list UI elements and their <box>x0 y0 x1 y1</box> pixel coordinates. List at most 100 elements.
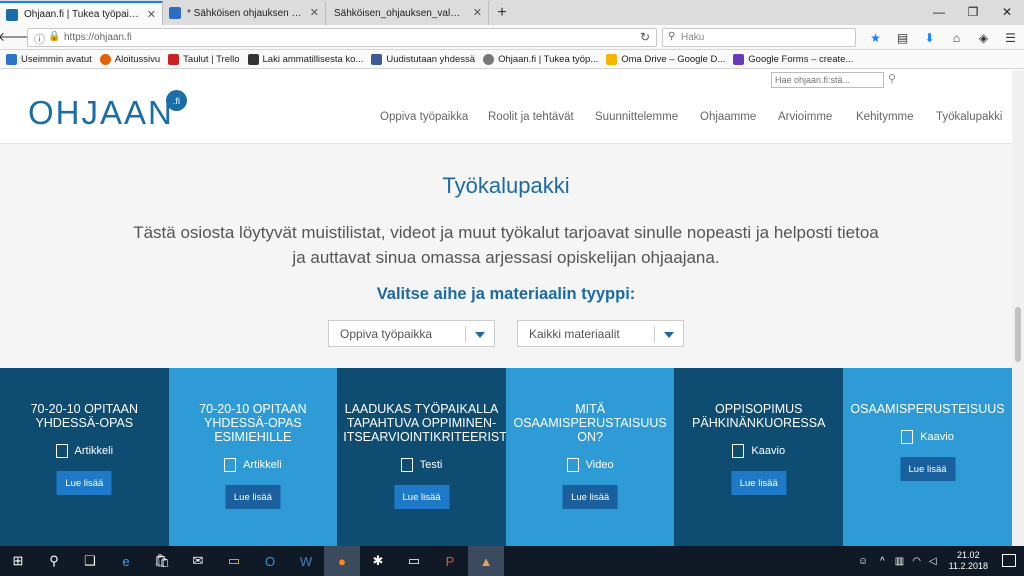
read-more-button[interactable]: Lue lisää <box>56 471 112 495</box>
nav-ohjaamme[interactable]: Ohjaamme <box>700 111 756 123</box>
close-tab-icon[interactable]: ✕ <box>473 6 482 19</box>
bookmark-item[interactable]: Google Forms – create... <box>733 53 854 65</box>
read-more-button[interactable]: Lue lisää <box>562 485 618 509</box>
bookmark-item[interactable]: Laki ammatillisesta ko... <box>247 53 364 65</box>
browser-search-input[interactable]: ⚲ Haku <box>662 28 856 47</box>
bookmark-item[interactable]: Taulut | Trello <box>168 53 240 65</box>
card-title: Osaamisperusteisuus <box>850 402 1005 416</box>
read-more-button[interactable]: Lue lisää <box>900 457 956 481</box>
bookmark-label: Google Forms – create... <box>748 53 854 65</box>
windows-start-icon[interactable]: ⊞ <box>0 546 36 576</box>
scrollbar-thumb[interactable] <box>1015 307 1021 362</box>
material-card[interactable]: 70-20-10 opitaan yhdessä-opas Artikkeli … <box>0 368 169 546</box>
trello-icon <box>168 53 180 65</box>
task-view-icon[interactable]: ❑ <box>72 546 108 576</box>
search-icon[interactable]: ⚲ <box>888 72 896 85</box>
bookmark-item[interactable]: Aloitussivu <box>99 53 160 65</box>
search-icon[interactable]: ⚲ <box>36 546 72 576</box>
word-icon[interactable]: W <box>288 546 324 576</box>
nav-kehitymme[interactable]: Kehitymme <box>856 111 914 123</box>
minimize-button[interactable]: — <box>922 0 956 24</box>
ohjaan-favicon-icon <box>6 9 18 21</box>
network-icon[interactable]: ▥ <box>895 556 904 567</box>
menu-icon[interactable]: ☰ <box>997 28 1024 47</box>
bookmark-item[interactable]: Useimmin avatut <box>6 53 92 65</box>
outlook-icon[interactable]: O <box>252 546 288 576</box>
bookmark-label: Laki ammatillisesta ko... <box>262 53 364 65</box>
home-icon[interactable]: ⌂ <box>943 28 970 47</box>
volume-icon[interactable]: ◁ <box>929 556 937 567</box>
bookmark-item[interactable]: Oma Drive – Google D... <box>606 53 725 65</box>
tab-title: Sähköisen_ohjauksen_valmennus <box>334 7 466 19</box>
read-more-button[interactable]: Lue lisää <box>731 471 787 495</box>
clock[interactable]: 21.02 11.2.2018 <box>949 550 988 572</box>
nav-roolit-ja-tehtavat[interactable]: Roolit ja tehtävät <box>488 111 574 123</box>
material-select-value: Kaikki materiaalit <box>529 326 620 341</box>
google-forms-icon <box>733 53 745 65</box>
store-icon[interactable]: 🛍 <box>144 546 180 576</box>
firefox-icon <box>99 53 111 65</box>
material-card[interactable]: Laadukas työpaikalla tapahtuva oppiminen… <box>337 368 517 546</box>
pocket-icon[interactable]: ◈ <box>970 28 997 47</box>
topic-select[interactable]: Oppiva työpaikka <box>328 320 495 347</box>
notification-icon[interactable] <box>1002 554 1016 567</box>
nav-arvioimme[interactable]: Arvioimme <box>778 111 832 123</box>
photos-icon[interactable]: ▲ <box>468 546 504 576</box>
chevron-up-icon[interactable]: ^ <box>880 556 885 567</box>
bookmark-label: Taulut | Trello <box>183 53 240 65</box>
read-more-button[interactable]: Lue lisää <box>225 485 281 509</box>
card-type: Testi <box>337 458 506 472</box>
tab-ohjaan[interactable]: Ohjaan.fi | Tukea työpaikkaohjaukseen ✕ <box>0 1 163 25</box>
tab-valmennus-file[interactable]: Sähköisen_ohjauksen_valmennus ✕ <box>326 1 489 25</box>
material-card[interactable]: 70-20-10 opitaan yhdessä-opas esimiehill… <box>168 368 338 546</box>
card-type-label: Video <box>585 459 614 471</box>
people-icon[interactable]: ☺ <box>858 556 868 567</box>
window-icon[interactable]: ▭ <box>396 546 432 576</box>
search-placeholder: Haku <box>681 32 705 43</box>
info-icon[interactable]: ⓘ <box>34 31 45 47</box>
new-tab-button[interactable]: + <box>489 1 515 25</box>
page-scrollbar[interactable] <box>1012 70 1024 546</box>
nav-suunnittelemme[interactable]: Suunnittelemme <box>595 111 678 123</box>
file-explorer-icon[interactable]: ▭ <box>216 546 252 576</box>
bookmarks-toolbar: Useimmin avatut Aloitussivu Taulut | Tre… <box>0 50 1024 69</box>
card-type: Artikkeli <box>169 458 338 472</box>
app-icon[interactable]: ✱ <box>360 546 396 576</box>
mail-icon[interactable]: ✉ <box>180 546 216 576</box>
downloads-icon[interactable]: ⬇ <box>916 28 943 47</box>
bookmark-item[interactable]: Uudistutaan yhdessä <box>371 53 475 65</box>
close-tab-icon[interactable]: ✕ <box>147 8 156 21</box>
material-cards: 70-20-10 opitaan yhdessä-opas Artikkeli … <box>0 368 1012 546</box>
browser-window: Ohjaan.fi | Tukea työpaikkaohjaukseen ✕ … <box>0 0 1024 576</box>
bookmark-label: Ohjaan.fi | Tukea työp... <box>498 53 599 65</box>
reload-icon[interactable]: ↻ <box>640 30 650 44</box>
close-tab-icon[interactable]: ✕ <box>310 6 319 19</box>
powerpoint-icon[interactable]: P <box>432 546 468 576</box>
system-tray: ☺ ^ ▥ ◠ ◁ 21.02 11.2.2018 <box>852 546 988 576</box>
page-content: OHJAAN .fi ⚲ Oppiva työpaikka Roolit ja … <box>0 70 1012 546</box>
material-card[interactable]: Mitä osaamisperustaisuus on? Video Lue l… <box>505 368 675 546</box>
document-icon <box>224 458 237 472</box>
wifi-icon[interactable]: ◠ <box>912 556 921 567</box>
page-title: Työkalupakki <box>442 173 570 198</box>
material-type-select[interactable]: Kaikki materiaalit <box>517 320 684 347</box>
material-card[interactable]: Oppisopimus pähkinänkuoressa Kaavio Lue … <box>674 368 844 546</box>
filter-heading: Valitse aihe ja materiaalin tyyppi: <box>376 285 636 303</box>
maximize-button[interactable]: ❐ <box>956 0 990 24</box>
site-logo[interactable]: OHJAAN <box>28 94 174 132</box>
close-window-button[interactable]: ✕ <box>990 0 1024 24</box>
bookmark-item[interactable]: Ohjaan.fi | Tukea työp... <box>483 53 599 65</box>
site-search-input[interactable] <box>771 72 884 88</box>
nav-oppiva-tyopaikka[interactable]: Oppiva työpaikka <box>380 111 468 123</box>
edge-icon[interactable]: e <box>108 546 144 576</box>
bookmark-star-icon[interactable]: ★ <box>862 28 889 47</box>
firefox-icon[interactable]: ● <box>324 546 360 576</box>
window-controls: — ❐ ✕ <box>922 0 1024 24</box>
back-button[interactable]: 🡐 <box>0 27 32 47</box>
read-more-button[interactable]: Lue lisää <box>394 485 450 509</box>
tab-valmennus[interactable]: * Sähköisen ohjauksen VALMENNUS ✕ <box>163 1 326 25</box>
address-bar[interactable]: ⓘ 🔒 https://ohjaan.fi ↻ <box>27 28 657 47</box>
material-card[interactable]: Osaamisperusteisuus Kaavio Lue lisää <box>843 368 1012 546</box>
nav-tyokalupakki[interactable]: Työkalupakki <box>936 111 1002 123</box>
reading-list-icon[interactable]: ▤ <box>889 28 916 47</box>
